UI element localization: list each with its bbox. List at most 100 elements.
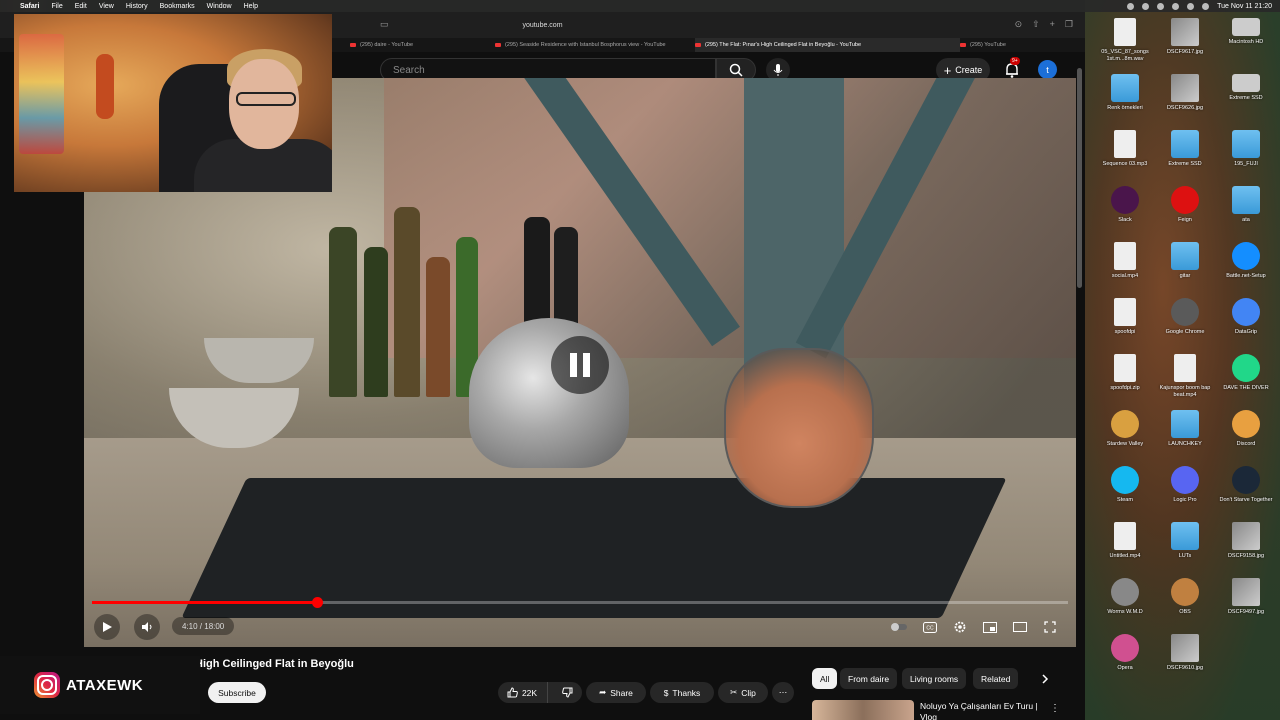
desktop-icon[interactable]: Extreme SSD xyxy=(1216,74,1276,102)
play-button[interactable] xyxy=(94,614,120,640)
recommended-video-title[interactable]: Noluyo Ya Çalışanları Ev Turu | Vlog xyxy=(920,701,1040,720)
document-icon xyxy=(1114,354,1136,382)
webcam-wall-art xyxy=(19,34,64,154)
share-button[interactable]: ➦ Share xyxy=(586,682,646,703)
tray-icon[interactable] xyxy=(1127,2,1135,10)
desktop-icon[interactable]: Battle.net-Setup xyxy=(1216,242,1276,280)
chip-living-rooms[interactable]: Living rooms xyxy=(902,668,967,689)
desktop-icon[interactable]: Macintosh HD xyxy=(1216,18,1276,46)
desktop-icon[interactable]: Slack xyxy=(1095,186,1155,224)
desktop-icon[interactable]: DSCF9617.jpg xyxy=(1155,18,1215,56)
tab-overview-icon[interactable]: ❐ xyxy=(1065,19,1073,30)
chips-next-button[interactable] xyxy=(1036,670,1054,688)
menu-edit[interactable]: Edit xyxy=(75,3,87,10)
menu-clock[interactable]: Tue Nov 11 21:20 xyxy=(1217,3,1272,10)
desktop-icon[interactable]: 05_VSC_87_songs 1st.m...8m.wav xyxy=(1095,18,1155,62)
desktop-icon[interactable]: OBS xyxy=(1155,578,1215,616)
recommended-video-menu[interactable]: ⋮ xyxy=(1050,701,1060,715)
desktop-icon[interactable]: Steam xyxy=(1095,466,1155,504)
control-center-icon[interactable] xyxy=(1202,2,1210,10)
menu-view[interactable]: View xyxy=(99,3,114,10)
page-scrollbar[interactable] xyxy=(1077,68,1082,288)
settings-button[interactable] xyxy=(951,618,969,636)
menu-help[interactable]: Help xyxy=(244,3,258,10)
desktop-icon[interactable]: DSCF9626.jpg xyxy=(1155,74,1215,112)
menu-app-name[interactable]: Safari xyxy=(20,3,39,10)
desktop-icon[interactable]: ata xyxy=(1216,186,1276,224)
desktop-icon[interactable]: social.mp4 xyxy=(1095,242,1155,280)
youtube-favicon-icon xyxy=(350,43,356,47)
account-avatar[interactable]: t xyxy=(1038,60,1057,79)
menu-file[interactable]: File xyxy=(51,3,62,10)
desktop-icon[interactable]: DAVE THE DIVER xyxy=(1216,354,1276,392)
tab-youtube[interactable]: (295) YouTube xyxy=(960,38,1085,52)
clip-button[interactable]: ✂ Clip xyxy=(718,682,768,703)
video-scrubber-handle[interactable] xyxy=(312,597,324,608)
video-title: High Ceilinged Flat in Beyoğlu xyxy=(195,658,354,670)
desktop-icon[interactable]: 195_FUJI xyxy=(1216,130,1276,168)
desktop-icon[interactable]: Opera xyxy=(1095,634,1155,672)
desktop-icon[interactable]: Google Chrome xyxy=(1155,298,1215,336)
desktop-icon[interactable]: Logic Pro xyxy=(1155,466,1215,504)
tray-icon[interactable] xyxy=(1157,2,1165,10)
desktop-icon-label: LAUNCHKEY xyxy=(1168,441,1202,447)
desktop-icon[interactable]: gitar xyxy=(1155,242,1215,280)
desktop-icon[interactable]: DataGrip xyxy=(1216,298,1276,336)
desktop-icon[interactable]: Don't Starve Together xyxy=(1216,466,1276,504)
thanks-button[interactable]: $ Thanks xyxy=(650,682,714,703)
dislike-button[interactable] xyxy=(552,682,583,703)
channel-watermark[interactable]: ATAXEWK xyxy=(0,656,200,714)
sidebar-toggle-icon[interactable]: ▭ xyxy=(380,19,389,30)
theater-mode-button[interactable] xyxy=(1011,618,1029,636)
instagram-icon xyxy=(34,672,60,698)
share-icon[interactable]: ⇧ xyxy=(1032,19,1040,30)
menu-window[interactable]: Window xyxy=(207,3,232,10)
desktop-icon[interactable]: Discord xyxy=(1216,410,1276,448)
subtitles-button[interactable]: CC xyxy=(921,618,939,636)
theater-mode-icon xyxy=(1013,622,1027,632)
pause-overlay-button[interactable] xyxy=(551,336,609,394)
tab-seaside[interactable]: (295) Seaside Residence with Istanbul Bo… xyxy=(495,38,695,52)
desktop-icon[interactable]: Sequence 03.mp3 xyxy=(1095,130,1155,168)
subscribe-button[interactable]: Subscribe xyxy=(208,682,266,703)
chip-related[interactable]: Related xyxy=(973,668,1019,689)
desktop-icon[interactable]: Untitled.mp4 xyxy=(1095,522,1155,560)
desktop-icon[interactable]: LAUNCHKEY xyxy=(1155,410,1215,448)
miniplayer-button[interactable] xyxy=(981,618,999,636)
menu-bookmarks[interactable]: Bookmarks xyxy=(160,3,195,10)
desktop-icon[interactable]: DSCF9610.jpg xyxy=(1155,634,1215,672)
tray-icon[interactable] xyxy=(1142,2,1150,10)
desktop-icon[interactable]: spoofdpi xyxy=(1095,298,1155,336)
mute-button[interactable] xyxy=(134,614,160,640)
autoplay-toggle[interactable] xyxy=(890,618,908,636)
tab-the-flat[interactable]: (295) The Flat: Pınar's High Ceilinged F… xyxy=(695,38,960,52)
wifi-icon[interactable] xyxy=(1172,2,1180,10)
menu-history[interactable]: History xyxy=(126,3,148,10)
desktop-icon-label: Sequence 03.mp3 xyxy=(1102,161,1148,167)
desktop-icon[interactable]: DSCF9497.jpg xyxy=(1216,578,1276,616)
recommended-video-thumbnail[interactable] xyxy=(812,700,914,720)
desktop-icon[interactable]: Kajunspor boom bap beat.mp4 xyxy=(1155,354,1215,398)
battery-icon[interactable] xyxy=(1187,2,1195,10)
address-bar[interactable]: youtube.com xyxy=(522,22,562,29)
desktop-icon[interactable]: Renk örnekleri xyxy=(1095,74,1155,112)
desktop-icon[interactable]: LUTs xyxy=(1155,522,1215,560)
new-tab-icon[interactable]: + xyxy=(1050,19,1055,30)
desktop-icon[interactable]: Feign xyxy=(1155,186,1215,224)
webcam-guitar xyxy=(96,54,114,119)
desktop-icon[interactable]: Stardew Valley xyxy=(1095,410,1155,448)
download-icon[interactable]: ⊙ xyxy=(1015,19,1023,30)
like-button[interactable]: 22K xyxy=(497,682,549,703)
image-file-icon xyxy=(1171,74,1199,102)
more-actions-button[interactable]: ⋯ xyxy=(772,682,794,703)
desktop-icon[interactable]: spoofdpi.zip xyxy=(1095,354,1155,392)
desktop-icon[interactable]: Extreme SSD xyxy=(1155,130,1215,168)
chip-from-daire[interactable]: From daire xyxy=(840,668,898,689)
fullscreen-button[interactable] xyxy=(1041,618,1059,636)
chip-all[interactable]: All xyxy=(812,668,838,689)
image-file-icon xyxy=(1171,634,1199,662)
desktop-icon[interactable]: DSCF9158.jpg xyxy=(1216,522,1276,560)
microphone-icon xyxy=(773,64,783,76)
desktop-icon[interactable]: Worms W.M.D xyxy=(1095,578,1155,616)
video-progress-bar[interactable] xyxy=(92,597,1068,608)
